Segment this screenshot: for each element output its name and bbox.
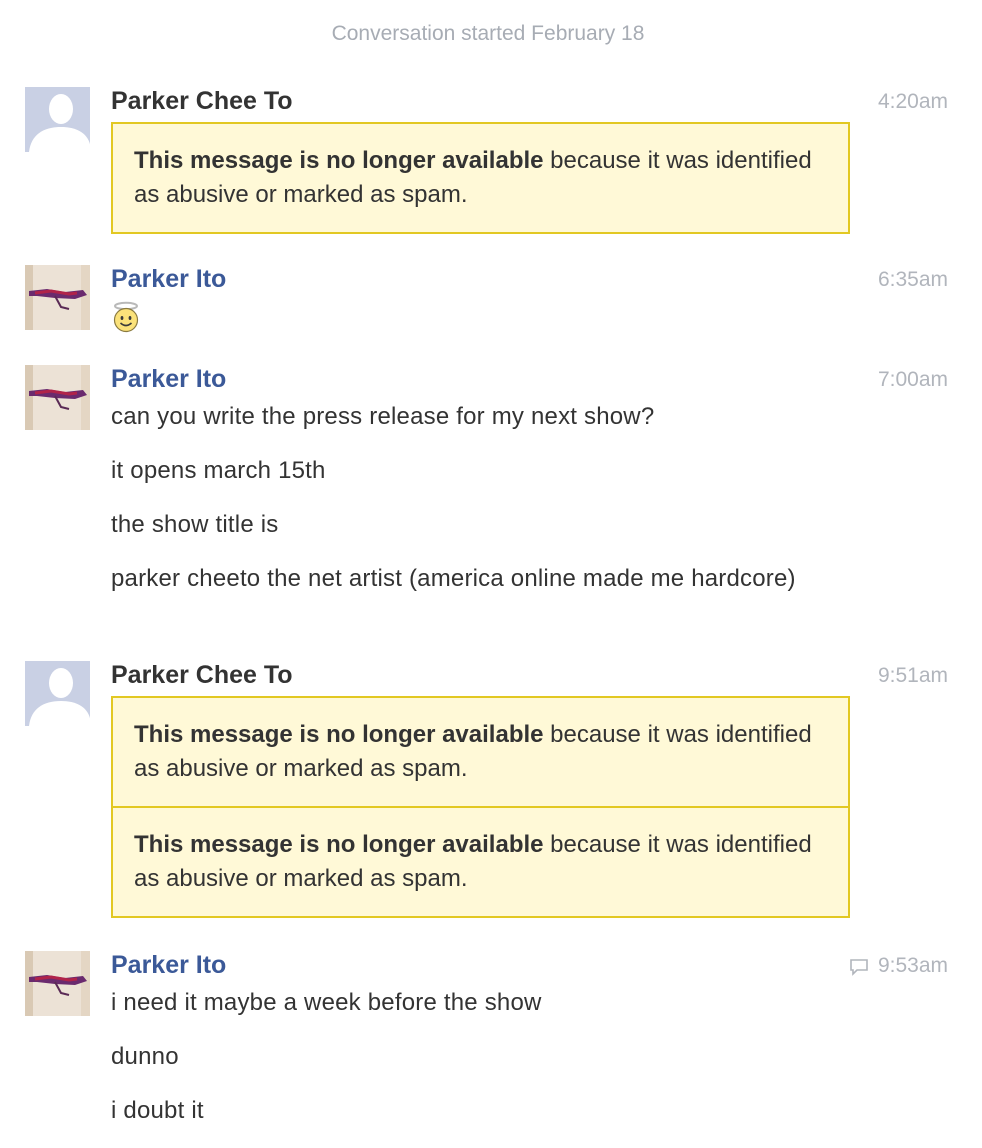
message-thread: Conversation started February 18 Parker … — [0, 0, 982, 1140]
message-text: i need it maybe a week before the show — [111, 989, 542, 1016]
timestamp: 7:00am — [877, 368, 948, 391]
message-text: parker cheeto the net artist (america on… — [111, 565, 796, 592]
message-group: Parker Ito 9:53am i need it maybe a week… — [0, 951, 982, 1140]
spam-notice: This message is no longer available beca… — [111, 122, 850, 234]
message-group: Parker Ito 6:35am — [0, 265, 982, 335]
message-list: i need it maybe a week before the show d… — [111, 986, 851, 1148]
timestamp: 6:35am — [877, 268, 948, 291]
message-list: This message is no longer available beca… — [111, 122, 851, 234]
message-group: Parker Chee To 9:51am This message is no… — [0, 661, 982, 923]
profile-photo — [25, 365, 90, 430]
notice-bold-text: This message is no longer available — [134, 831, 544, 858]
avatar[interactable] — [25, 951, 90, 1016]
message-group: Parker Ito 7:00am can you write the pres… — [0, 365, 982, 635]
timestamp: 4:20am — [877, 90, 948, 113]
default-avatar-icon — [25, 87, 90, 152]
timestamp: 9:53am — [849, 953, 948, 979]
avatar[interactable] — [25, 661, 90, 726]
author-name[interactable]: Parker Chee To — [111, 87, 293, 115]
message-group: Parker Chee To 4:20am This message is no… — [0, 87, 982, 237]
notice-bold-text: This message is no longer available — [134, 147, 544, 174]
profile-photo — [25, 265, 90, 330]
message-text: can you write the press release for my n… — [111, 403, 655, 430]
spam-notice: This message is no longer available beca… — [111, 696, 850, 808]
author-name[interactable]: Parker Ito — [111, 365, 226, 393]
avatar[interactable] — [25, 365, 90, 430]
chat-bubble-icon[interactable] — [849, 957, 869, 976]
conversation-start-label: Conversation started February 18 — [331, 22, 645, 45]
author-name[interactable]: Parker Ito — [111, 265, 226, 293]
default-avatar-icon — [25, 661, 90, 726]
author-name[interactable]: Parker Ito — [111, 951, 226, 979]
message-text: it opens march 15th — [111, 457, 326, 484]
message-list: This message is no longer available beca… — [111, 696, 851, 918]
avatar[interactable] — [25, 87, 90, 152]
author-name[interactable]: Parker Chee To — [111, 661, 293, 689]
message-text: i doubt it — [111, 1097, 204, 1124]
notice-bold-text: This message is no longer available — [134, 721, 544, 748]
timestamp-text: 9:53am — [877, 954, 948, 977]
message-text: the show title is — [111, 511, 279, 538]
timestamp: 9:51am — [877, 664, 948, 687]
message-list: can you write the press release for my n… — [111, 400, 851, 616]
angel-smiley-icon — [111, 301, 141, 333]
avatar[interactable] — [25, 265, 90, 330]
spam-notice: This message is no longer available beca… — [111, 808, 850, 918]
profile-photo — [25, 951, 90, 1016]
message-text: dunno — [111, 1043, 179, 1070]
